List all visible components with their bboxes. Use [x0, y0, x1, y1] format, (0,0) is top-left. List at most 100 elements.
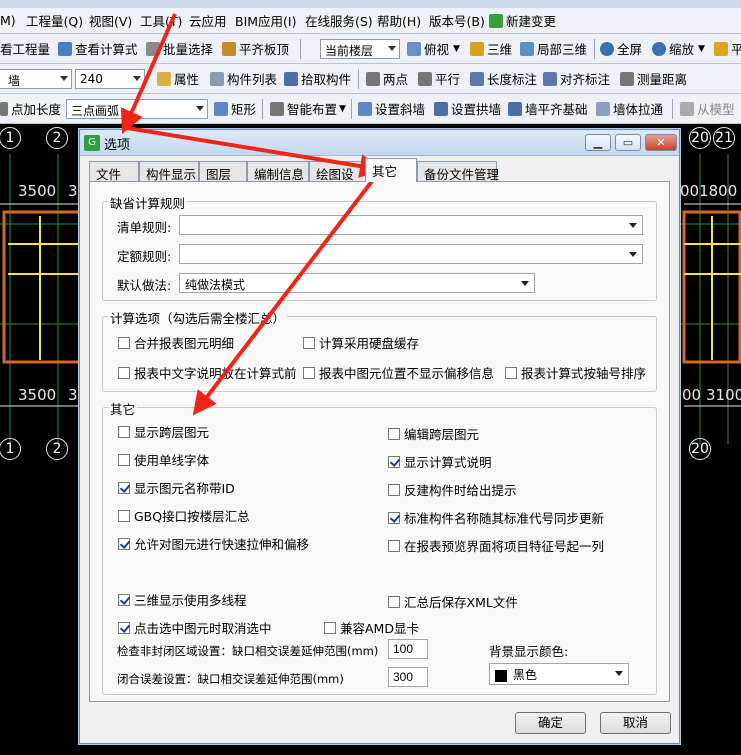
checkbox-box [303, 366, 315, 379]
view-formula-button[interactable]: 查看计算式 [58, 34, 138, 63]
menu-item-tools[interactable]: 工具(T) [140, 8, 182, 33]
maximize-button[interactable]: ▭ [615, 134, 641, 151]
wall-level-foundation-button[interactable]: 墙平齐基础 [508, 94, 588, 123]
parallel-button[interactable]: 平行 [418, 64, 460, 93]
menu-item-bim[interactable]: BIM应用(I) [235, 8, 297, 33]
tab-backup[interactable]: 备份文件管理 [417, 161, 499, 182]
arc-mode-select[interactable]: 三点画弧 [66, 99, 208, 119]
dimension-text: 3 [68, 386, 78, 404]
show-name-id-checkbox[interactable]: 显示图元名称带ID [118, 478, 235, 497]
sort-by-axis-label: 报表计算式按轴号排序 [521, 366, 647, 381]
cancel-selection-checkbox[interactable]: 点击选中图元时取消选中 [118, 618, 272, 637]
minimize-button[interactable]: ▁ [585, 134, 611, 151]
three-d-button[interactable]: 三维 [470, 34, 512, 63]
checkbox-box [388, 455, 400, 468]
hide-offset-checkbox[interactable]: 报表中图元位置不显示偏移信息 [303, 363, 494, 382]
merge-report-checkbox[interactable]: 合并报表图元明细 [118, 333, 234, 352]
set-slope-wall-button[interactable]: 设置斜墙 [358, 94, 425, 123]
ok-button[interactable]: 确定 [515, 712, 586, 734]
amd-compat-checkbox[interactable]: 兼容AMD显卡 [324, 618, 419, 637]
component-list-button[interactable]: 构件列表 [210, 64, 277, 93]
group-default-rules: 缺省计算规则 清单规则: 定额规则: 默认做法: 纯做法模式 [102, 193, 657, 301]
menu-item-quantity[interactable]: 工程量(Q) [26, 8, 83, 33]
menu-item-partial[interactable]: M) [0, 8, 16, 33]
menu-item-help[interactable]: 帮助(H) [377, 8, 421, 33]
tab-file[interactable]: 文件 [89, 161, 139, 182]
tab-layer[interactable]: 图层 [199, 161, 247, 182]
text-before-formula-checkbox[interactable]: 报表中文字说明放在计算式前 [118, 363, 297, 382]
close-button[interactable]: ✕ [645, 134, 677, 151]
edit-cross-floor-checkbox[interactable]: 编辑跨层图元 [388, 424, 479, 443]
wall-stretch-button[interactable]: 墙体拉通 [596, 94, 663, 123]
measure-distance-button[interactable]: 测量距离 [620, 64, 687, 93]
smart-layout-button[interactable]: 智能布置 ▼ [270, 94, 346, 123]
menu-item-version[interactable]: 版本号(B) [429, 8, 485, 33]
properties-button[interactable]: 属性 [157, 64, 199, 93]
zoom-button[interactable]: 缩放 ▼ [652, 34, 705, 63]
multithread-3d-checkbox[interactable]: 三维显示使用多线程 [118, 590, 247, 609]
component-size-select[interactable]: 240 [75, 69, 145, 89]
top-view-button[interactable]: 俯视 ▼ [407, 34, 460, 63]
cancel-button[interactable]: 取消 [600, 712, 671, 734]
new-change-icon [489, 13, 503, 28]
dimension-text: 00 [682, 386, 702, 404]
quick-stretch-checkbox[interactable]: 允许对图元进行快速拉伸和偏移 [118, 534, 309, 553]
sort-by-axis-checkbox[interactable]: 报表计算式按轴号排序 [505, 363, 646, 382]
save-xml-checkbox[interactable]: 汇总后保存XML文件 [388, 592, 518, 611]
component-type-select[interactable]: 墙 [0, 69, 72, 89]
tab-compile-info[interactable]: 编制信息 [247, 161, 309, 182]
show-formula-desc-checkbox[interactable]: 显示计算式说明 [388, 452, 492, 471]
full-screen-button[interactable]: 全屏 [600, 34, 642, 63]
rectangle-button[interactable]: 矩形 [214, 94, 256, 123]
pick-component-button[interactable]: 拾取构件 [284, 64, 351, 93]
menu-item-cloud[interactable]: 云应用 [189, 8, 227, 33]
from-model-button[interactable]: 从模型 [680, 94, 735, 123]
sync-standard-name-checkbox[interactable]: 标准构件名称随其标准代号同步更新 [388, 508, 604, 527]
wall-foundation-icon [508, 101, 522, 116]
disk-cache-checkbox[interactable]: 计算采用硬盘缓存 [303, 333, 419, 352]
gbq-summary-checkbox[interactable]: GBQ接口按楼层汇总 [118, 506, 250, 525]
default-method-select[interactable]: 纯做法模式 [179, 273, 535, 293]
pick-component-label: 拾取构件 [301, 72, 352, 87]
set-arch-wall-button[interactable]: 设置拱墙 [434, 94, 501, 123]
closure-error-input[interactable] [388, 667, 428, 687]
local-3d-button[interactable]: 局部三维 [520, 34, 587, 63]
sync-standard-name-label: 标准构件名称随其标准代号同步更新 [404, 511, 605, 526]
collapse-features-checkbox[interactable]: 在报表预览界面将项目特征号起一列 [388, 536, 604, 555]
merge-report-label: 合并报表图元明细 [134, 336, 235, 351]
reverse-build-hint-label: 反建构件时给出提示 [404, 483, 517, 498]
two-points-button[interactable]: 两点 [366, 64, 408, 93]
parallel-icon [418, 71, 432, 86]
bg-color-select[interactable]: 黑色 [489, 663, 629, 685]
batch-select-button[interactable]: 批量选择 [146, 34, 213, 63]
slope-wall-icon [358, 101, 372, 116]
check-unclosed-input[interactable] [388, 639, 428, 659]
quota-rule-select[interactable] [179, 244, 643, 264]
reverse-build-hint-checkbox[interactable]: 反建构件时给出提示 [388, 480, 517, 499]
pan-button[interactable]: 平 [714, 34, 741, 63]
toolbar-main: 看工程量 查看计算式 批量选择 平齐板顶 当前楼层 俯视 ▼ 三维 局部三维 全屏… [0, 34, 741, 64]
axis-label: 2 [46, 127, 68, 149]
tab-other[interactable]: 其它 [365, 158, 417, 182]
view-engineering-button[interactable]: 看工程量 [0, 34, 50, 63]
level-board-button[interactable]: 平齐板顶 [222, 34, 289, 63]
floor-select[interactable]: 当前楼层 [320, 39, 400, 59]
hide-offset-label: 报表中图元位置不显示偏移信息 [319, 366, 495, 381]
show-cross-floor-checkbox[interactable]: 显示跨层图元 [118, 422, 209, 441]
dialog-titlebar[interactable]: G 选项 ▁ ▭ ✕ [80, 130, 679, 156]
menu-item-online[interactable]: 在线服务(S) [305, 8, 373, 33]
menu-item-view[interactable]: 视图(V) [89, 8, 132, 33]
options-dialog: G 选项 ▁ ▭ ✕ 文件 构件显示 图层 编制信息 绘图设 其它 备份文件管理… [79, 129, 680, 744]
list-rule-select[interactable] [179, 215, 643, 235]
new-change-button[interactable]: 新建变更 [489, 8, 556, 33]
toolbar-divider [262, 99, 263, 119]
checkbox-box [118, 425, 130, 438]
top-view-label: 俯视 [424, 42, 450, 57]
single-line-font-checkbox[interactable]: 使用单线字体 [118, 450, 209, 469]
full-screen-icon [600, 41, 614, 56]
length-dim-button[interactable]: 长度标注 [470, 64, 537, 93]
tab-drawing-settings[interactable]: 绘图设 [309, 161, 367, 182]
tab-component-display[interactable]: 构件显示 [139, 161, 199, 182]
point-length-button[interactable]: 点加长度 [0, 94, 61, 123]
align-dim-button[interactable]: 对齐标注 [543, 64, 610, 93]
